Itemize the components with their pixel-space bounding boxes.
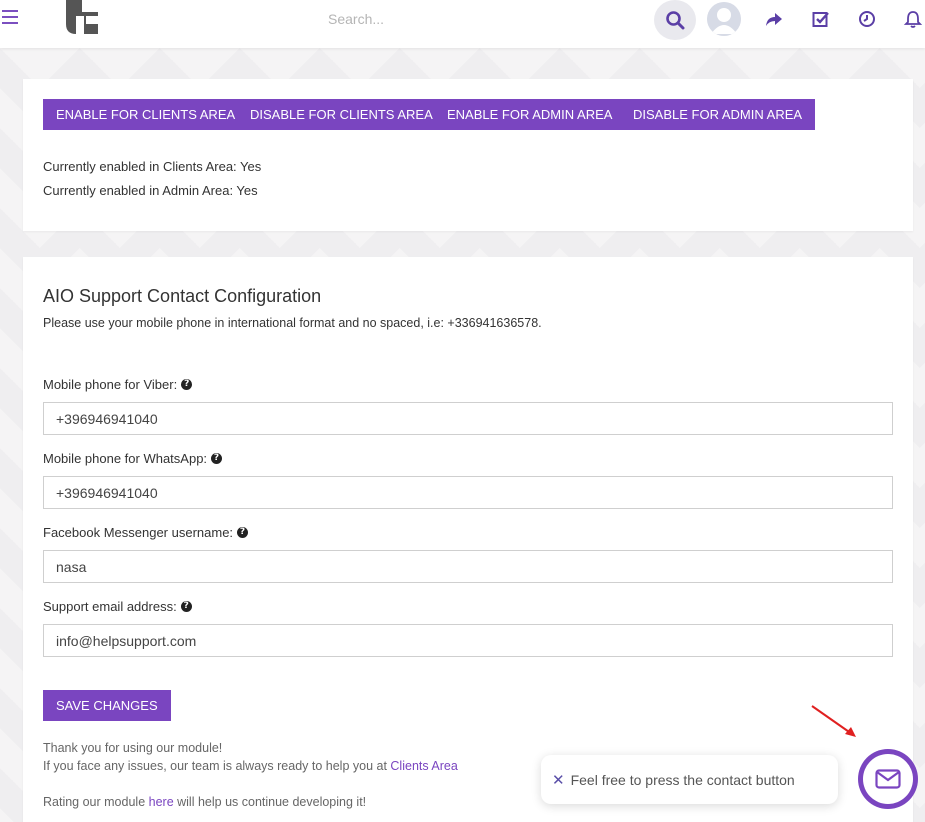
search-button[interactable]	[654, 0, 696, 40]
disable-clients-area-button[interactable]: DISABLE FOR CLIENTS AREA	[237, 99, 446, 130]
contact-config-panel: AIO Support Contact Configuration Please…	[23, 257, 913, 822]
viber-label: Mobile phone for Viber: ?	[43, 377, 193, 392]
bell-icon[interactable]	[903, 9, 923, 29]
help-icon[interactable]: ?	[237, 527, 249, 538]
contact-button[interactable]	[858, 749, 918, 809]
menu-icon[interactable]	[2, 10, 20, 26]
help-icon[interactable]: ?	[211, 453, 223, 464]
issues-text: If you face any issues, our team is alwa…	[43, 759, 458, 773]
search-icon	[666, 11, 685, 30]
contact-tooltip: ✕ Feel free to press the contact button	[541, 755, 838, 804]
clients-area-status: Currently enabled in Clients Area: Yes	[43, 159, 262, 174]
contact-button-inner	[863, 754, 913, 804]
logo-icon[interactable]	[64, 0, 100, 34]
messenger-label: Facebook Messenger username: ?	[43, 525, 249, 540]
whatsapp-label-text: Mobile phone for WhatsApp:	[43, 451, 208, 466]
save-changes-button[interactable]: SAVE CHANGES	[43, 690, 171, 721]
search-input[interactable]	[328, 9, 628, 29]
clock-icon[interactable]	[857, 9, 877, 29]
issues-prefix: If you face any issues, our team is alwa…	[43, 759, 391, 773]
viber-label-text: Mobile phone for Viber:	[43, 377, 178, 392]
page-title: AIO Support Contact Configuration	[43, 286, 322, 306]
disable-admin-area-button[interactable]: DISABLE FOR ADMIN AREA	[620, 99, 816, 130]
whatsapp-phone-field[interactable]	[43, 476, 893, 509]
help-icon[interactable]: ?	[181, 379, 193, 390]
pointer-arrow-icon	[811, 705, 856, 737]
rating-prefix: Rating our module	[43, 795, 149, 809]
rating-link[interactable]: here	[149, 795, 174, 809]
thanks-text: Thank you for using our module!	[43, 741, 223, 755]
help-icon[interactable]: ?	[180, 601, 192, 612]
area-toggle-panel: ENABLE FOR CLIENTS AREA DISABLE FOR CLIE…	[23, 79, 913, 231]
enable-admin-area-button[interactable]: ENABLE FOR ADMIN AREA	[434, 99, 626, 130]
close-icon[interactable]: ✕	[552, 771, 565, 789]
user-avatar[interactable]	[707, 2, 741, 36]
tasks-icon[interactable]	[811, 9, 831, 29]
whatsapp-label: Mobile phone for WhatsApp: ?	[43, 451, 223, 466]
rating-text: Rating our module here will help us cont…	[43, 795, 366, 809]
messenger-username-field[interactable]	[43, 550, 893, 583]
viber-phone-field[interactable]	[43, 402, 893, 435]
email-label: Support email address: ?	[43, 599, 192, 614]
rating-suffix: will help us continue developing it!	[173, 795, 367, 809]
share-icon[interactable]	[764, 9, 784, 29]
messenger-label-text: Facebook Messenger username:	[43, 525, 234, 540]
clients-area-link[interactable]: Clients Area	[390, 759, 457, 773]
enable-clients-area-button[interactable]: ENABLE FOR CLIENTS AREA	[43, 99, 249, 130]
top-navbar	[0, 0, 925, 48]
tooltip-message: Feel free to press the contact button	[570, 771, 795, 788]
config-description: Please use your mobile phone in internat…	[43, 316, 542, 330]
user-avatar-icon	[707, 2, 741, 36]
admin-area-status: Currently enabled in Admin Area: Yes	[43, 183, 258, 198]
envelope-icon	[875, 769, 901, 789]
support-email-field[interactable]	[43, 624, 893, 657]
email-label-text: Support email address:	[43, 599, 177, 614]
